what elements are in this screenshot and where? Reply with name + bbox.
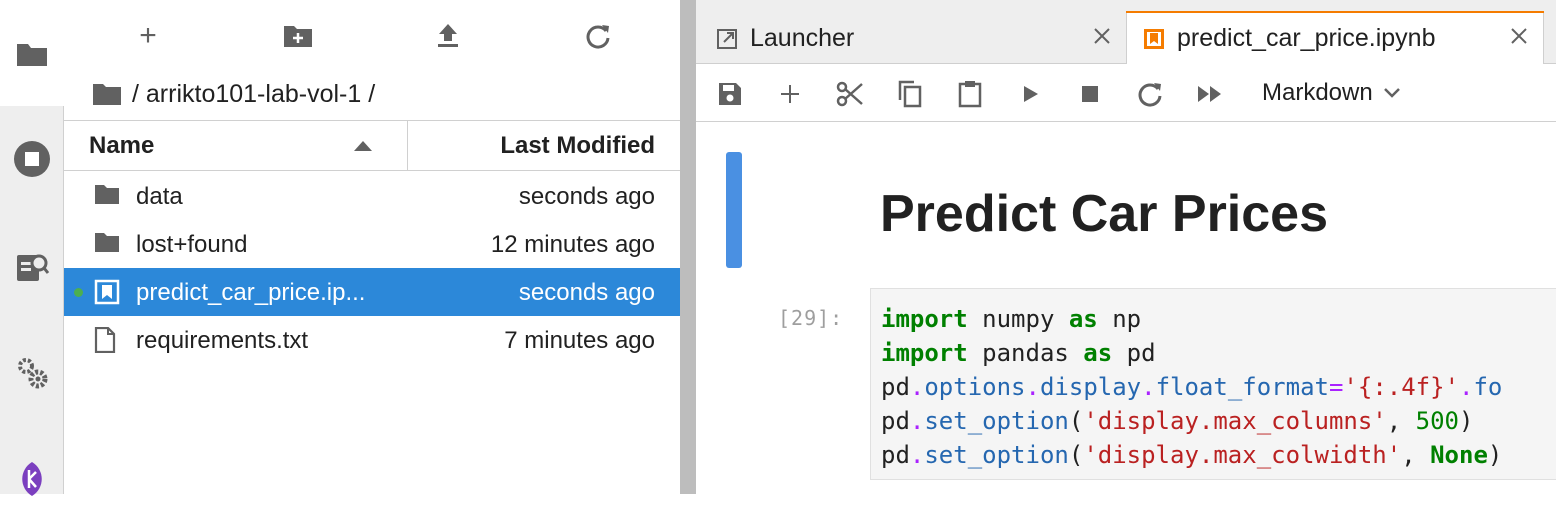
column-divider[interactable] bbox=[407, 121, 408, 171]
stop-icon bbox=[1081, 85, 1099, 103]
file-name: data bbox=[136, 183, 183, 210]
folder-icon bbox=[15, 40, 49, 68]
run-cell-button[interactable] bbox=[1014, 78, 1046, 110]
new-folder-button[interactable] bbox=[276, 14, 320, 58]
save-button[interactable] bbox=[714, 78, 746, 110]
new-launcher-button[interactable]: + bbox=[126, 14, 170, 58]
file-modified: 7 minutes ago bbox=[504, 327, 655, 354]
scissors-icon bbox=[836, 80, 864, 108]
file-icon bbox=[94, 327, 120, 353]
save-icon bbox=[718, 82, 742, 106]
cell-type-dropdown[interactable]: Markdown bbox=[1262, 78, 1401, 108]
code-line: import pandas as pd bbox=[881, 339, 1156, 367]
code-line: import numpy as np bbox=[881, 305, 1142, 333]
file-modified: 12 minutes ago bbox=[490, 231, 655, 258]
upload-icon bbox=[436, 23, 460, 49]
refresh-icon bbox=[1137, 81, 1163, 107]
file-row-requirements[interactable]: requirements.txt 7 minutes ago bbox=[64, 316, 680, 364]
modified-column-header[interactable]: Last Modified bbox=[500, 132, 655, 160]
breadcrumb[interactable]: / arrikto101-lab-vol-1 / bbox=[92, 76, 375, 112]
file-name: predict_car_price.ip... bbox=[136, 279, 366, 306]
activity-bar bbox=[0, 0, 64, 496]
name-column-header[interactable]: Name bbox=[89, 132, 154, 160]
close-icon[interactable] bbox=[1092, 26, 1112, 46]
folder-icon bbox=[94, 183, 120, 209]
plus-icon: + bbox=[139, 19, 157, 52]
new-folder-icon bbox=[283, 24, 313, 48]
tab-launcher[interactable]: Launcher bbox=[716, 13, 1126, 64]
file-modified: seconds ago bbox=[518, 279, 655, 306]
chevron-down-icon bbox=[1383, 87, 1401, 99]
notebook-icon bbox=[1143, 28, 1165, 50]
inspector-icon bbox=[14, 249, 50, 285]
file-name: requirements.txt bbox=[136, 327, 309, 354]
breadcrumb-path[interactable]: / arrikto101-lab-vol-1 / bbox=[132, 80, 375, 109]
upload-button[interactable] bbox=[426, 14, 470, 58]
notebook-toolbar: Markdown bbox=[696, 64, 1556, 122]
notebook-icon bbox=[94, 279, 120, 305]
tab-label: Launcher bbox=[750, 24, 855, 52]
fast-forward-icon bbox=[1197, 84, 1223, 104]
insert-cell-button[interactable] bbox=[774, 78, 806, 110]
refresh-button[interactable] bbox=[576, 14, 620, 58]
file-row-data[interactable]: data seconds ago bbox=[64, 172, 680, 220]
restart-kernel-button[interactable] bbox=[1134, 78, 1166, 110]
file-name: lost+found bbox=[136, 231, 248, 258]
execution-count: [29]: bbox=[778, 306, 844, 330]
interrupt-kernel-button[interactable] bbox=[1074, 78, 1106, 110]
file-browser-toolbar: + bbox=[64, 0, 680, 72]
tab-bar: Launcher predict_car_price.ipynb bbox=[696, 0, 1556, 65]
main-area: Launcher predict_car_price.ipynb Markdow… bbox=[696, 0, 1556, 494]
file-list-header: Name Last Modified bbox=[64, 120, 680, 171]
paste-button[interactable] bbox=[954, 78, 986, 110]
extension-settings-tab[interactable] bbox=[0, 345, 64, 401]
file-row-lost-found[interactable]: lost+found 12 minutes ago bbox=[64, 220, 680, 268]
gears-icon bbox=[14, 355, 50, 391]
file-row-predict-car-price[interactable]: predict_car_price.ip... seconds ago bbox=[64, 268, 680, 316]
plus-icon bbox=[779, 83, 801, 105]
markdown-heading[interactable]: Predict Car Prices bbox=[880, 184, 1328, 244]
launcher-icon bbox=[716, 28, 738, 50]
active-cell-indicator[interactable] bbox=[726, 152, 742, 268]
cell-type-value: Markdown bbox=[1262, 79, 1373, 106]
code-line: pd.set_option('display.max_colwidth', No… bbox=[881, 441, 1503, 469]
close-icon[interactable] bbox=[1509, 26, 1529, 46]
copy-icon bbox=[897, 80, 923, 108]
home-folder-icon bbox=[92, 82, 122, 106]
running-sessions-tab[interactable] bbox=[0, 131, 64, 187]
file-browser-panel: + / arrikto101-lab-vol-1 / Name Last Mod… bbox=[64, 0, 680, 494]
code-line: pd.set_option('display.max_columns', 500… bbox=[881, 407, 1474, 435]
folder-icon bbox=[94, 231, 120, 257]
file-browser-tab[interactable] bbox=[0, 26, 64, 82]
code-line: pd.options.display.float_format='{:.4f}'… bbox=[881, 373, 1503, 401]
file-list: data seconds ago lost+found 12 minutes a… bbox=[64, 172, 680, 364]
restart-run-all-button[interactable] bbox=[1194, 78, 1226, 110]
refresh-icon bbox=[585, 23, 611, 49]
kale-logo-icon bbox=[17, 460, 47, 496]
property-inspector-tab[interactable] bbox=[0, 239, 64, 295]
sort-ascending-icon[interactable] bbox=[354, 141, 372, 151]
kubeflow-kale-tab[interactable] bbox=[0, 450, 64, 506]
play-icon bbox=[1020, 84, 1040, 104]
stop-circle-icon bbox=[12, 139, 52, 179]
running-indicator bbox=[74, 288, 83, 297]
cut-button[interactable] bbox=[834, 78, 866, 110]
copy-button[interactable] bbox=[894, 78, 926, 110]
tab-predict-car-price[interactable]: predict_car_price.ipynb bbox=[1126, 11, 1544, 65]
panel-splitter[interactable] bbox=[680, 0, 696, 494]
code-cell-editor[interactable]: import numpy as np import pandas as pd p… bbox=[870, 288, 1556, 480]
tab-label: predict_car_price.ipynb bbox=[1177, 24, 1436, 52]
file-modified: seconds ago bbox=[518, 183, 655, 210]
clipboard-icon bbox=[957, 80, 983, 108]
